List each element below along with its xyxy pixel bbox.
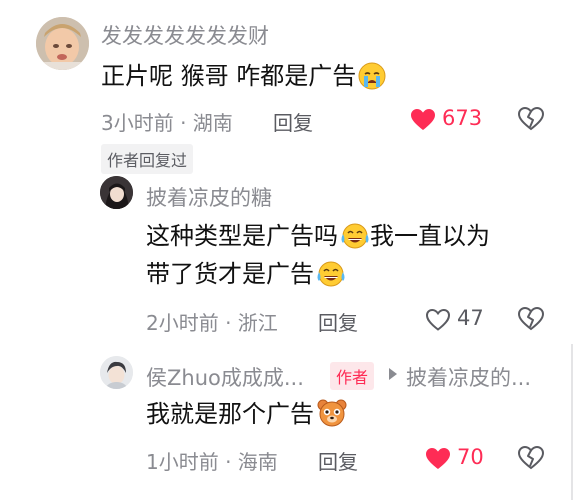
comment-text-continued: 带了货才是广告 bbox=[146, 254, 346, 300]
username[interactable]: 侯Zhuo成成成... bbox=[146, 362, 304, 392]
reply-arrow-icon bbox=[387, 366, 399, 386]
comment-text-line2b: 带了货才是广告 bbox=[146, 260, 314, 288]
username[interactable]: 发发发发发发发财 bbox=[101, 20, 269, 50]
author-tag: 作者 bbox=[330, 362, 375, 390]
like-button[interactable]: 47 bbox=[425, 304, 495, 334]
username[interactable]: 披着凉皮的糖 bbox=[146, 182, 272, 212]
broken-heart-icon bbox=[517, 306, 545, 331]
avatar[interactable] bbox=[100, 176, 133, 209]
comment-text: 正片呢 猴哥 咋都是广告 bbox=[101, 56, 386, 102]
heart-filled-icon bbox=[411, 109, 435, 130]
bear-face-icon bbox=[316, 398, 348, 440]
heart-filled-icon bbox=[426, 448, 450, 469]
heart-outline-icon bbox=[425, 308, 451, 331]
reply-to-username[interactable]: 披着凉皮的... bbox=[406, 362, 531, 392]
like-count: 673 bbox=[442, 106, 483, 130]
reply-button[interactable]: 回复 bbox=[318, 446, 358, 475]
reply-button[interactable]: 回复 bbox=[273, 107, 313, 136]
comment-text-line2a: 我一直以为 bbox=[370, 222, 490, 250]
like-button[interactable]: 673 bbox=[410, 104, 490, 134]
comment-text: 我就是那个广告 bbox=[146, 394, 348, 440]
like-count: 47 bbox=[457, 306, 484, 330]
dislike-button[interactable] bbox=[517, 306, 545, 336]
time-location: 1小时前 · 海南 bbox=[146, 450, 278, 474]
dislike-button[interactable] bbox=[517, 445, 545, 475]
broken-heart-icon bbox=[517, 106, 545, 131]
broken-heart-icon bbox=[517, 445, 545, 470]
crying-face-icon bbox=[358, 62, 386, 102]
avatar[interactable] bbox=[100, 356, 133, 389]
avatar[interactable] bbox=[36, 17, 89, 70]
like-count: 70 bbox=[457, 445, 484, 469]
time-location: 3小时前 · 湖南 bbox=[101, 111, 233, 135]
comment-text-line1: 这种类型是广告吗 bbox=[146, 222, 338, 250]
like-button[interactable]: 70 bbox=[425, 443, 495, 473]
tears-of-joy-icon bbox=[316, 260, 346, 300]
time-location: 2小时前 · 浙江 bbox=[146, 311, 278, 335]
dislike-button[interactable] bbox=[517, 106, 545, 136]
comment-text-content: 我就是那个广告 bbox=[146, 400, 314, 428]
thread-divider bbox=[571, 344, 573, 500]
author-replied-badge: 作者回复过 bbox=[101, 144, 194, 174]
reply-button[interactable]: 回复 bbox=[318, 307, 358, 336]
comment-text-content: 正片呢 猴哥 咋都是广告 bbox=[101, 62, 357, 90]
